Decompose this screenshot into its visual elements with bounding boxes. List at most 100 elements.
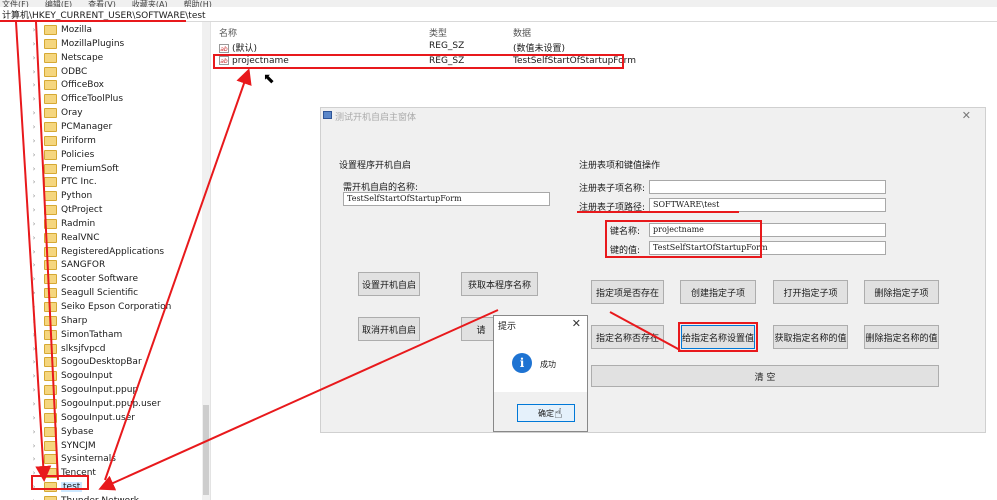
tree-node[interactable]: › SYNCJM — [30, 439, 96, 453]
tree-node[interactable]: › Seiko Epson Corporation — [30, 300, 171, 314]
chevron-right-icon[interactable]: › — [30, 81, 38, 89]
tree-node[interactable]: › Netscape — [30, 51, 103, 65]
tree-node[interactable]: › Tencent — [30, 466, 96, 480]
open-subkey-button[interactable]: 打开指定子项 — [773, 280, 848, 304]
chevron-right-icon[interactable]: › — [30, 95, 38, 103]
chevron-right-icon[interactable]: › — [30, 345, 38, 353]
tree-node[interactable]: › QtProject — [30, 203, 102, 217]
chevron-right-icon[interactable]: › — [30, 68, 38, 76]
tree-node[interactable]: › SogouInput.ppup.user — [30, 397, 161, 411]
tree-node[interactable]: › Radmin — [30, 217, 95, 231]
tree-node-label: slksjfvpcd — [61, 343, 106, 354]
chevron-right-icon[interactable]: › — [30, 26, 38, 34]
tree-node[interactable]: › OfficeToolPlus — [30, 92, 123, 106]
chevron-right-icon[interactable]: › — [30, 303, 38, 311]
chevron-right-icon[interactable]: › — [30, 289, 38, 297]
chevron-right-icon[interactable]: › — [30, 331, 38, 339]
tree-node[interactable]: › Python — [30, 189, 92, 203]
scrollbar-thumb[interactable] — [203, 405, 209, 495]
tree-node[interactable]: › RealVNC — [30, 231, 100, 245]
chevron-right-icon[interactable]: › — [30, 40, 38, 48]
tree-node[interactable]: › test — [30, 480, 83, 494]
tree-node[interactable]: › Mozilla — [30, 23, 92, 37]
menu-bar: 文件(F) 编辑(E) 查看(V) 收藏夹(A) 帮助(H) — [0, 0, 997, 7]
list-row[interactable]: ab (默认) REG_SZ (数值未设置) — [213, 40, 997, 54]
chevron-right-icon[interactable]: › — [30, 151, 38, 159]
chevron-right-icon[interactable]: › — [30, 400, 38, 408]
annotation-box-key — [605, 220, 762, 258]
tree-node[interactable]: › RegisteredApplications — [30, 245, 164, 259]
tree-node[interactable]: › ODBC — [30, 65, 87, 79]
close-icon[interactable]: ✕ — [572, 317, 581, 330]
tree-node[interactable]: › Seagull Scientific — [30, 286, 138, 300]
message-box: 提示 ✕ i 成功 确定 — [493, 315, 588, 432]
tree-node[interactable]: › Scooter Software — [30, 272, 138, 286]
close-icon[interactable]: ✕ — [962, 109, 971, 122]
chevron-right-icon[interactable]: › — [30, 386, 38, 394]
chevron-right-icon[interactable]: › — [30, 275, 38, 283]
tree-node[interactable]: › Sybase — [30, 425, 94, 439]
chevron-right-icon[interactable]: › — [30, 317, 38, 325]
tree-node[interactable]: › SANGFOR — [30, 258, 105, 272]
chevron-right-icon[interactable]: › — [30, 192, 38, 200]
check-name-exists-button[interactable]: 指定名称否存在 — [591, 325, 664, 349]
chevron-right-icon[interactable]: › — [30, 165, 38, 173]
tree-scrollbar[interactable] — [202, 22, 210, 500]
chevron-right-icon[interactable]: › — [30, 137, 38, 145]
column-header-type[interactable]: 类型 — [429, 26, 447, 39]
tree-node[interactable]: › PremiumSoft — [30, 162, 119, 176]
tree-node[interactable]: › Policies — [30, 148, 94, 162]
section-title-registry: 注册表项和键值操作 — [579, 161, 661, 171]
chevron-right-icon[interactable]: › — [30, 428, 38, 436]
tree-node[interactable]: › Sharp — [30, 314, 87, 328]
chevron-right-icon[interactable]: › — [30, 372, 38, 380]
tree-node[interactable]: › SogouDesktopBar — [30, 355, 142, 369]
chevron-right-icon[interactable]: › — [30, 414, 38, 422]
cancel-autostart-button[interactable]: 取消开机自启 — [358, 317, 420, 341]
get-name-value-button[interactable]: 获取指定名称的值 — [773, 325, 848, 349]
tree-node[interactable]: › PTC Inc. — [30, 175, 97, 189]
clear-button[interactable]: 清 空 — [591, 365, 939, 387]
tree-node[interactable]: › SimonTatham — [30, 328, 122, 342]
delete-name-value-button[interactable]: 删除指定名称的值 — [864, 325, 939, 349]
tree-node[interactable]: ›Thunder Network — [30, 494, 139, 500]
chevron-right-icon[interactable]: › — [30, 358, 38, 366]
chevron-right-icon[interactable]: › — [30, 206, 38, 214]
chevron-right-icon[interactable]: › — [30, 123, 38, 131]
autostart-name-input[interactable]: TestSelfStartOfStartupForm — [343, 192, 550, 206]
chevron-right-icon[interactable]: › — [30, 469, 38, 477]
column-header-data[interactable]: 数据 — [513, 26, 531, 39]
tree-node[interactable]: › SogouInput.ppup — [30, 383, 138, 397]
tree-node[interactable]: › MozillaPlugins — [30, 37, 124, 51]
chevron-right-icon[interactable]: › — [30, 178, 38, 186]
delete-subkey-button[interactable]: 删除指定子项 — [864, 280, 939, 304]
check-key-exists-button[interactable]: 指定项是否存在 — [591, 280, 664, 304]
chevron-right-icon[interactable]: › — [30, 54, 38, 62]
chevron-right-icon[interactable]: › — [30, 234, 38, 242]
column-header-name[interactable]: 名称 — [219, 26, 237, 39]
chevron-right-icon[interactable]: › — [30, 483, 38, 491]
chevron-right-icon[interactable]: › — [30, 261, 38, 269]
subkey-name-input[interactable] — [649, 180, 886, 194]
chevron-right-icon[interactable]: › — [30, 248, 38, 256]
tree-node[interactable]: › Piriform — [30, 134, 96, 148]
chevron-right-icon[interactable]: › — [30, 442, 38, 450]
tree-node[interactable]: › Oray — [30, 106, 83, 120]
get-program-name-button[interactable]: 获取本程序名称 — [461, 272, 538, 296]
tree-node[interactable]: › SogouInput — [30, 369, 112, 383]
tree-node[interactable]: › Sysinternals — [30, 452, 116, 466]
subkey-path-input[interactable]: SOFTWARE\test — [649, 198, 886, 212]
tree-node[interactable]: › PCManager — [30, 120, 112, 134]
chevron-right-icon[interactable]: › — [30, 220, 38, 228]
section-title-autostart: 设置程序开机自启 — [339, 161, 412, 171]
form-title: 测试开机自启主窗体 — [335, 113, 417, 123]
tree-node[interactable]: › SogouInput.user — [30, 411, 135, 425]
set-autostart-button[interactable]: 设置开机自启 — [358, 272, 420, 296]
ok-button[interactable]: 确定 — [517, 404, 575, 422]
tree-node[interactable]: › slksjfvpcd — [30, 342, 105, 356]
tree-node[interactable]: › OfficeBox — [30, 78, 104, 92]
create-subkey-button[interactable]: 创建指定子项 — [680, 280, 756, 304]
chevron-right-icon[interactable]: › — [30, 109, 38, 117]
tree-node-label: Mozilla — [61, 25, 93, 35]
chevron-right-icon[interactable]: › — [30, 455, 38, 463]
